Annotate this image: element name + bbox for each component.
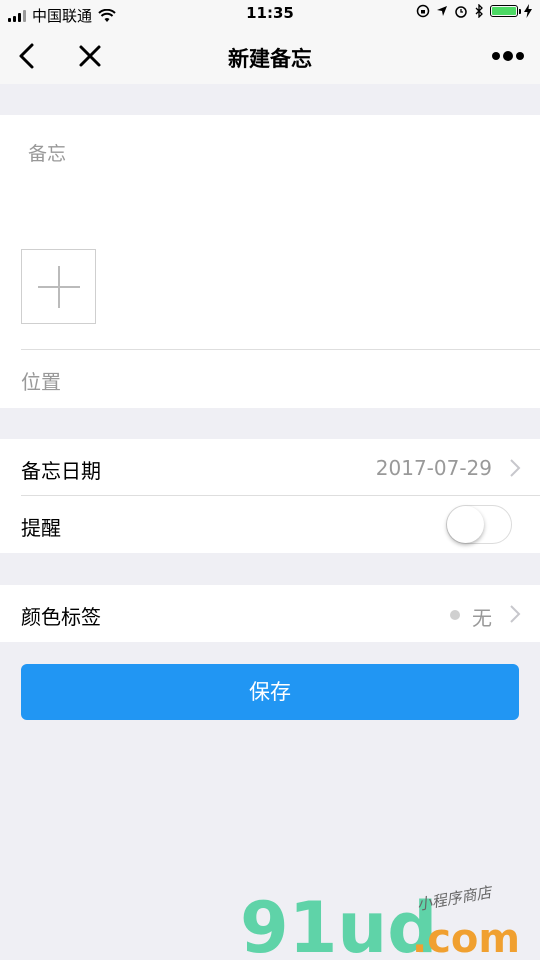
alarm-icon [455,6,467,18]
color-tag-label: 颜色标签 [21,605,101,629]
date-reminder-card: 备忘日期 2017-07-29 提醒 [0,439,540,553]
nav-bar: 新建备忘 [0,28,540,84]
more-icon [492,51,524,61]
color-tag-card: 颜色标签 无 [0,585,540,642]
memo-date-label: 备忘日期 [21,459,101,483]
save-button[interactable]: 保存 [21,664,519,720]
more-button[interactable] [486,38,530,74]
memo-textarea[interactable]: 备忘 [28,139,66,166]
status-right [416,4,532,18]
memo-date-row[interactable]: 备忘日期 2017-07-29 [0,439,540,496]
watermark-brand: 91ud [240,887,437,960]
battery-icon [490,5,521,17]
close-button[interactable] [72,38,108,74]
color-dot [450,610,460,620]
bluetooth-icon [475,4,483,18]
memo-date-value: 2017-07-29 [375,456,492,480]
color-tag-row[interactable]: 颜色标签 无 [0,585,540,642]
location-icon [437,6,447,16]
chevron-right-icon [510,605,521,623]
memo-card: 备忘 位置 [0,115,540,408]
back-button[interactable] [10,38,46,74]
watermark-logo: 91ud .com 小程序商店 [240,883,520,960]
divider [21,349,540,350]
chevron-right-icon [510,459,521,477]
color-tag-value: 无 [472,606,492,630]
reminder-row: 提醒 [0,496,540,553]
add-photo-button[interactable] [21,249,96,324]
switch-knob [447,506,484,543]
watermark-domain: .com [412,916,520,960]
back-arrow-icon [19,43,34,69]
reminder-switch[interactable] [446,505,512,544]
charging-icon [524,4,532,18]
status-bar: 中国联通 11:35 [0,0,540,28]
location-input[interactable]: 位置 [21,366,61,395]
close-icon [79,45,101,67]
reminder-label: 提醒 [21,516,61,540]
rotation-lock-icon [416,4,430,18]
